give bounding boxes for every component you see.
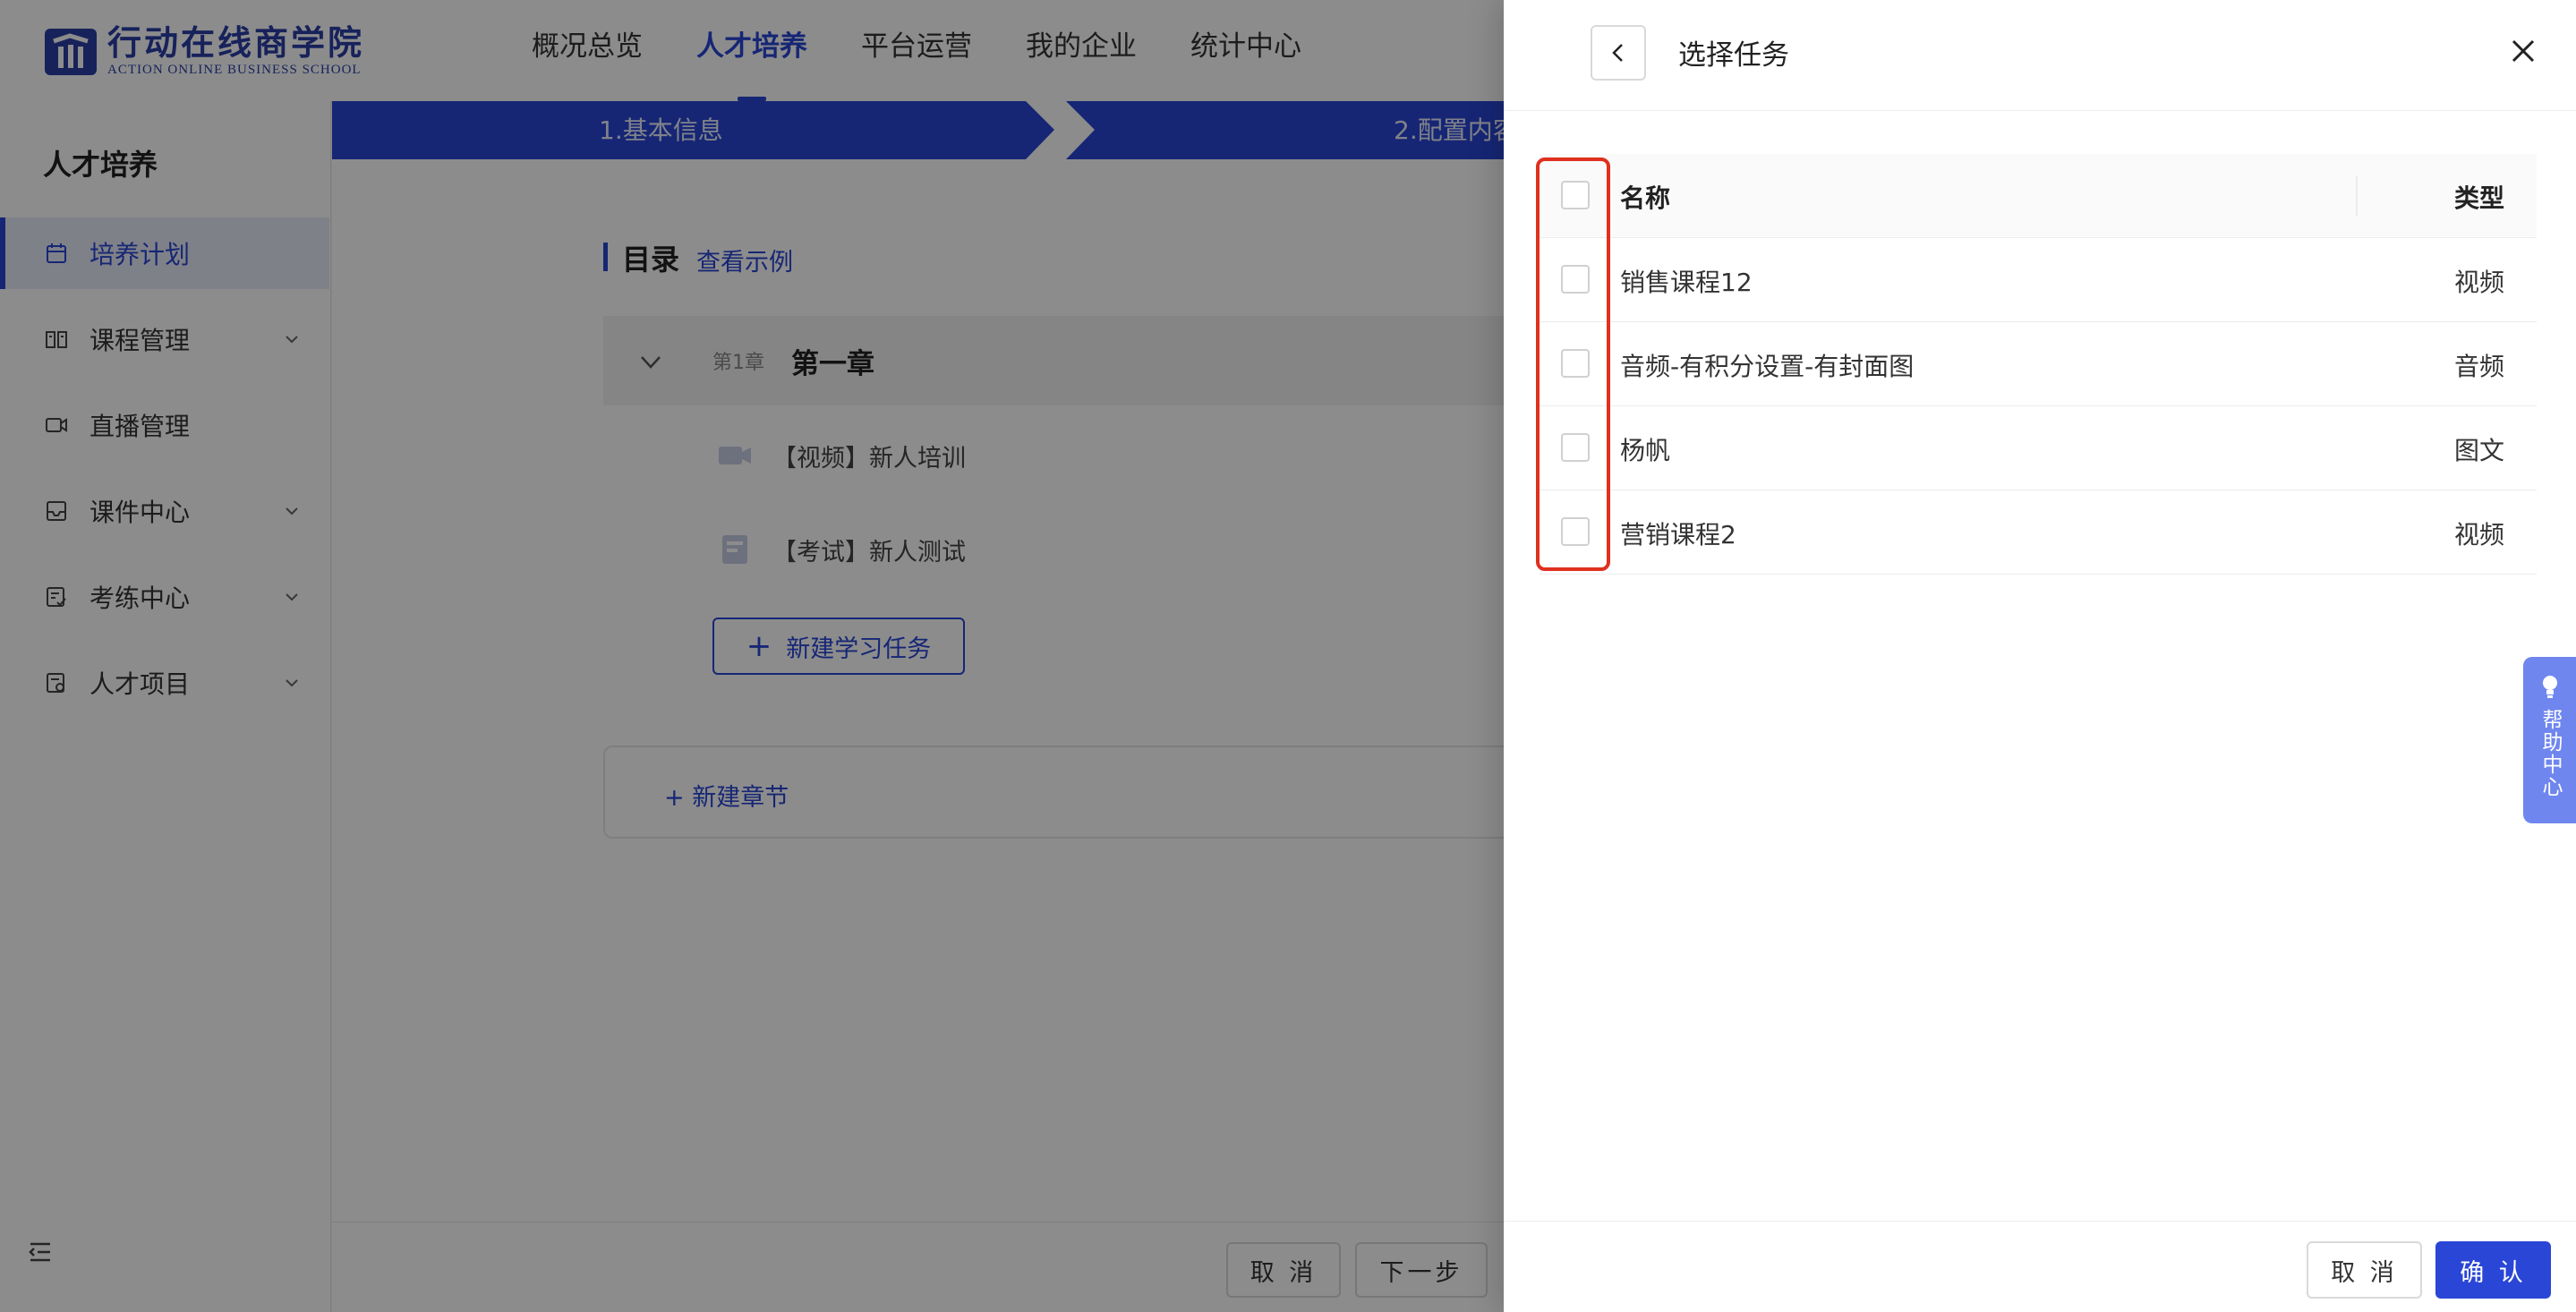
drawer-cancel-button[interactable]: 取 消 xyxy=(2307,1241,2422,1299)
table-row[interactable]: 营销课程2 视频 xyxy=(1540,490,2537,575)
drawer-header: 选择任务 xyxy=(1504,0,2576,111)
column-header-name: 名称 xyxy=(1620,183,1671,213)
task-name: 杨帆 xyxy=(1620,436,1671,465)
checkbox-highlight-annotation xyxy=(1536,158,1610,571)
table-row[interactable]: 销售课程12 视频 xyxy=(1540,238,2537,322)
help-center-tab[interactable]: 帮助中心 xyxy=(2523,657,2576,823)
task-type: 视频 xyxy=(2454,268,2505,297)
task-type: 音频 xyxy=(2454,352,2505,381)
drawer-footer: 取 消 确 认 xyxy=(1504,1221,2576,1312)
help-center-label: 帮助中心 xyxy=(2538,709,2562,798)
table-row[interactable]: 音频-有积分设置-有封面图 音频 xyxy=(1540,322,2537,406)
task-type: 图文 xyxy=(2454,436,2505,465)
close-icon[interactable] xyxy=(2508,36,2538,66)
column-header-type: 类型 xyxy=(2454,183,2505,213)
task-name: 销售课程12 xyxy=(1620,268,1753,297)
select-task-drawer: 选择任务 名称 类型 销售课程12 视频 音频-有积分设置-有封面图 音频 杨帆… xyxy=(1504,0,2576,1312)
table-header: 名称 类型 xyxy=(1540,154,2537,238)
column-divider[interactable] xyxy=(2356,175,2358,217)
task-name: 音频-有积分设置-有封面图 xyxy=(1620,352,1915,381)
table-row[interactable]: 杨帆 图文 xyxy=(1540,406,2537,490)
drawer-title: 选择任务 xyxy=(1678,39,1789,72)
back-button[interactable] xyxy=(1591,25,1646,81)
task-type: 视频 xyxy=(2454,520,2505,550)
task-name: 营销课程2 xyxy=(1620,520,1736,550)
lightbulb-icon xyxy=(2542,676,2557,698)
chevron-left-icon xyxy=(1612,44,1623,62)
drawer-confirm-button[interactable]: 确 认 xyxy=(2435,1241,2551,1299)
